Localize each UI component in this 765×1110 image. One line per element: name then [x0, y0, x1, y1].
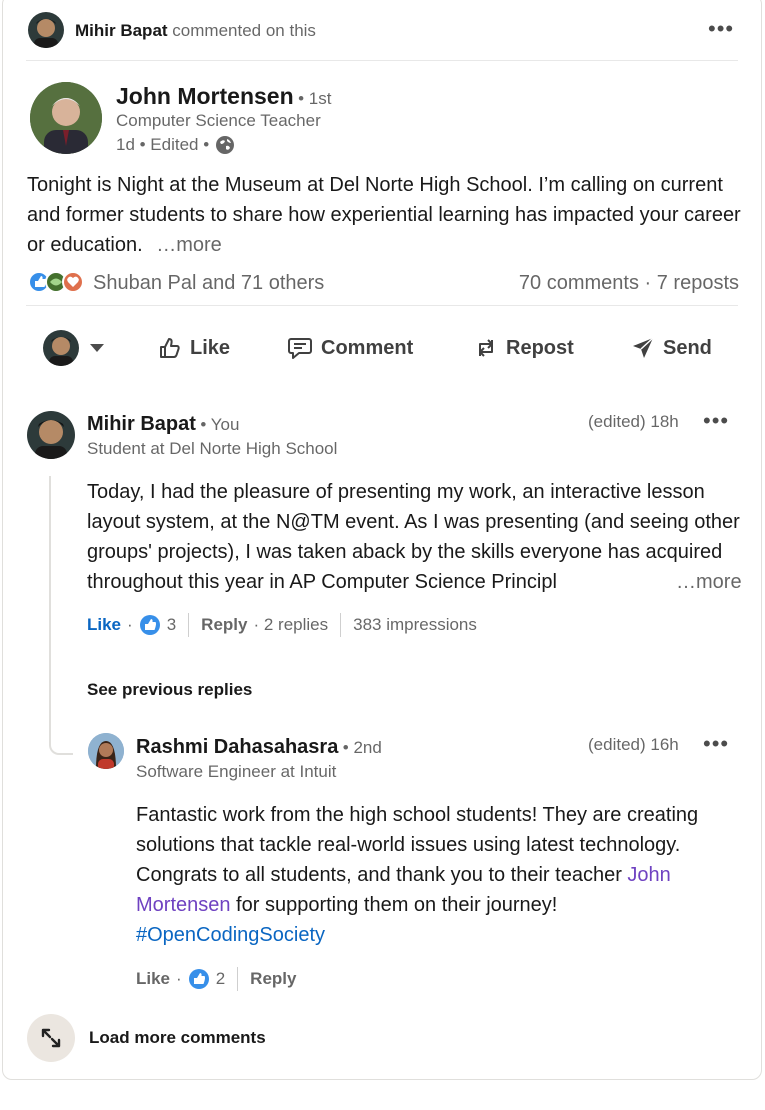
reply-hashtag[interactable]: #OpenCodingSociety — [136, 924, 325, 946]
comment-like-count[interactable]: 3 — [167, 615, 176, 635]
comment-text: Today, I had the pleasure of presenting … — [87, 477, 747, 597]
post-text: Tonight is Night at the Museum at Del No… — [27, 170, 743, 260]
comment-like-button[interactable]: Like — [87, 615, 121, 635]
comment-impressions[interactable]: 383 impressions — [353, 615, 477, 635]
reply-author-name[interactable]: Rashmi Dahasahasra — [136, 736, 338, 758]
post-author-name[interactable]: John Mortensen — [116, 83, 294, 109]
reply-more-icon[interactable]: ••• — [703, 733, 729, 755]
actor-switch-avatar[interactable] — [43, 330, 79, 366]
comment-actions: Like · 3 Reply · 2 replies 383 impressio… — [87, 612, 477, 638]
reply-author-avatar[interactable] — [88, 733, 124, 769]
send-icon — [633, 337, 654, 358]
more-options-icon[interactable]: ••• — [708, 18, 734, 40]
reply-body-a: Fantastic work from the high school stud… — [136, 804, 699, 886]
post-author-line: John Mortensen • 1st — [116, 83, 331, 110]
separator — [188, 613, 190, 637]
like-button[interactable]: Like — [158, 336, 230, 360]
reactions-divider — [26, 305, 738, 306]
post-author-degree: • 1st — [298, 89, 332, 108]
load-more-button[interactable]: Load more comments — [27, 1014, 266, 1062]
comment-icon — [288, 338, 312, 359]
activity-actor[interactable]: Mihir Bapat — [75, 21, 168, 40]
post-meta-text: 1d • Edited • — [116, 135, 210, 154]
activity-action: commented on this — [172, 21, 316, 40]
comment-author-headline: Student at Del Norte High School — [87, 439, 338, 458]
post-see-more[interactable]: …more — [156, 234, 222, 256]
comment-more-icon[interactable]: ••• — [703, 410, 729, 432]
reply-author-degree: • 2nd — [342, 738, 382, 757]
expand-icon — [27, 1014, 75, 1062]
comment-reply-button[interactable]: Reply — [201, 615, 247, 635]
thread-line — [49, 476, 73, 755]
comment-label: Comment — [321, 336, 414, 359]
reply-author-line: Rashmi Dahasahasra • 2nd — [136, 736, 382, 759]
send-label: Send — [663, 336, 712, 359]
reply-like-button[interactable]: Like — [136, 969, 170, 989]
separator — [340, 613, 342, 637]
comment-button[interactable]: Comment — [287, 336, 413, 360]
comment-see-more[interactable]: …more — [676, 567, 742, 597]
globe-icon — [216, 136, 235, 154]
post-meta: 1d • Edited • — [116, 135, 235, 155]
header-divider — [26, 60, 738, 61]
post-body: Tonight is Night at the Museum at Del No… — [27, 174, 741, 256]
repost-button[interactable]: Repost — [474, 336, 574, 360]
see-previous-replies[interactable]: See previous replies — [87, 680, 252, 700]
comment-author-name[interactable]: Mihir Bapat — [87, 413, 196, 435]
comments-reposts-count[interactable]: 70 comments · 7 reposts — [519, 272, 739, 295]
comment-author-avatar[interactable] — [27, 411, 75, 459]
comment-author-badge: • You — [200, 415, 240, 434]
like-reaction-icon — [188, 969, 209, 989]
reply-like-count[interactable]: 2 — [216, 969, 225, 989]
comment-replies-count[interactable]: · 2 replies — [253, 615, 328, 635]
caret-down-icon[interactable] — [90, 344, 104, 352]
post-author-headline: Computer Science Teacher — [116, 111, 321, 130]
send-button[interactable]: Send — [631, 336, 712, 360]
comment-body: Today, I had the pleasure of presenting … — [87, 481, 740, 593]
reply-actions: Like · 2 Reply — [136, 966, 296, 992]
reply-author-headline: Software Engineer at Intuit — [136, 762, 337, 781]
like-reaction-icon — [139, 615, 160, 635]
activity-avatar[interactable] — [28, 12, 64, 48]
comment-author-line: Mihir Bapat • You — [87, 413, 239, 436]
post-author-avatar[interactable] — [30, 82, 102, 154]
reply-time: (edited) 16h — [588, 735, 679, 754]
reply-dot: · — [176, 969, 182, 988]
reactions-text[interactable]: Shuban Pal and 71 others — [93, 272, 324, 295]
reply-reply-button[interactable]: Reply — [250, 969, 296, 989]
load-more-label: Load more comments — [89, 1028, 266, 1047]
like-label: Like — [190, 336, 231, 359]
reply-text: Fantastic work from the high school stud… — [136, 800, 736, 950]
reaction-icons[interactable] — [28, 270, 90, 294]
activity-line: Mihir Bapat commented on this — [75, 21, 316, 41]
repost-icon — [479, 339, 493, 357]
comment-dot: · — [127, 615, 133, 634]
separator — [237, 967, 239, 991]
thumbs-up-icon — [160, 338, 180, 358]
reply-body-b: for supporting them on their journey! — [230, 894, 558, 916]
comment-time: (edited) 18h — [588, 412, 679, 431]
repost-label: Repost — [506, 336, 574, 359]
